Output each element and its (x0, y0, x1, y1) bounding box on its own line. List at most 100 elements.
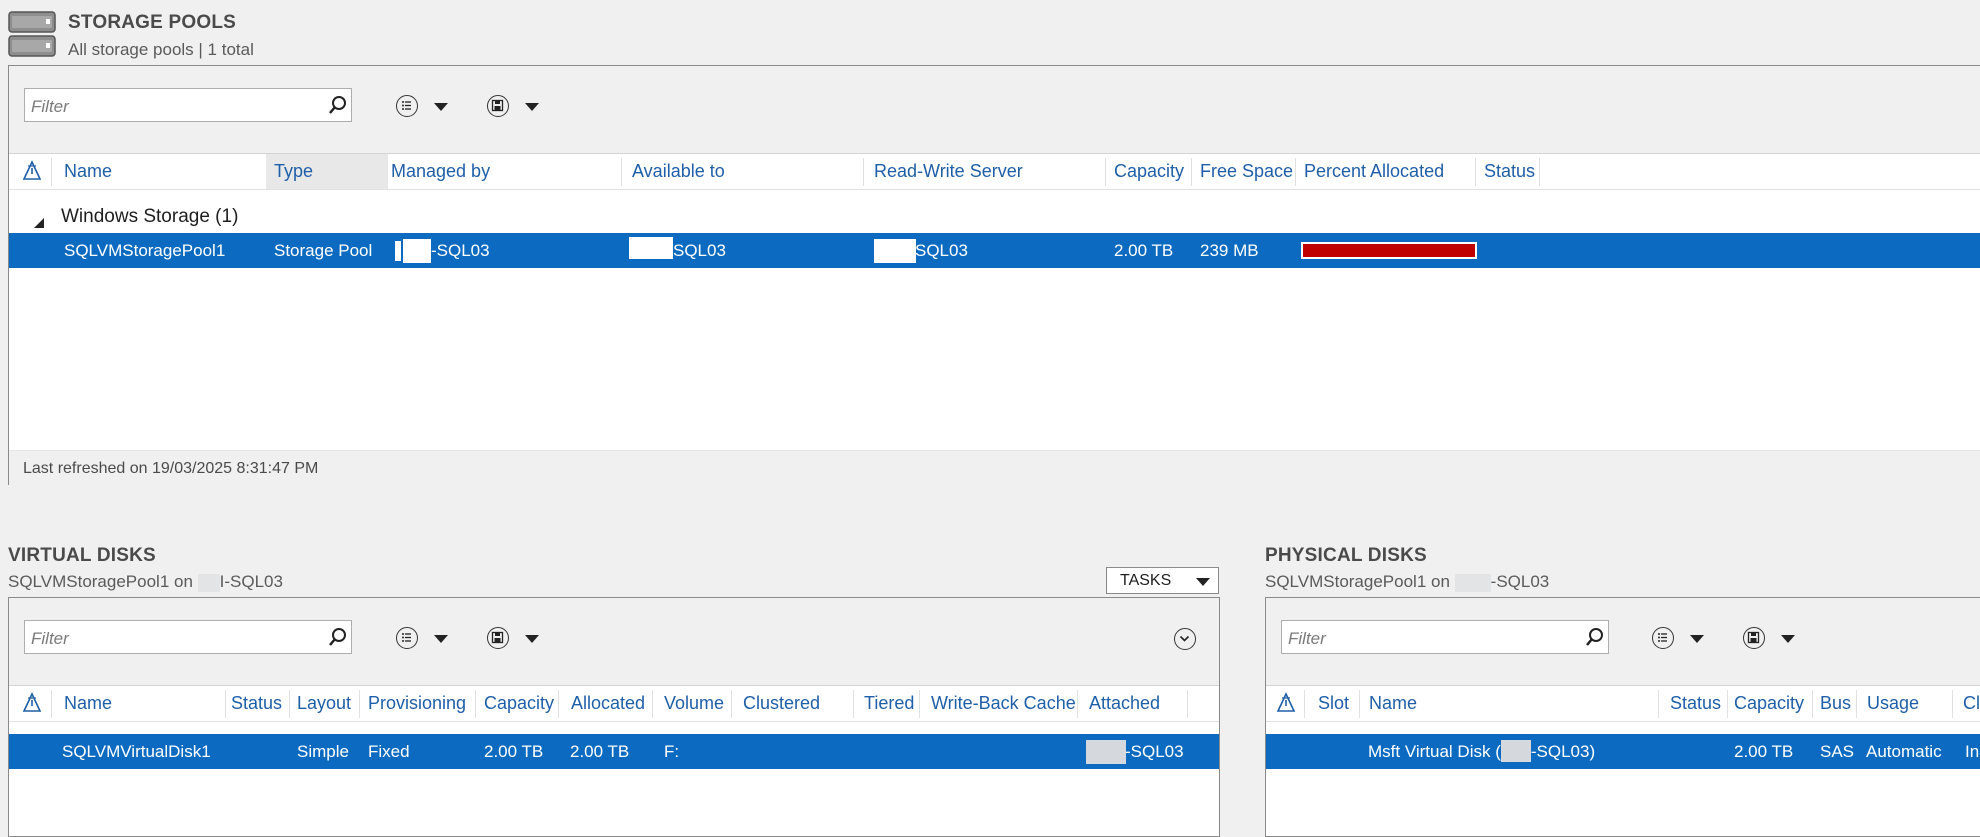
redacted-block (1454, 573, 1491, 592)
group-row-windows-storage[interactable]: Windows Storage (1) (9, 202, 1980, 232)
table-row[interactable]: SQLVMStoragePool1 Storage Pool -SQL03 SQ… (9, 233, 1980, 268)
redacted-block (874, 239, 916, 263)
tasks-button[interactable]: TASKS (1106, 567, 1219, 594)
column-type[interactable]: Type (266, 154, 388, 189)
vdisk-allocated: 2.00 TB (570, 742, 630, 761)
pool-type: Storage Pool (274, 241, 373, 260)
column-allocated[interactable]: Allocated (571, 686, 645, 721)
physical-disks-column-header: Slot Name Status Capacity Bus Usage Cl (1266, 686, 1980, 722)
column-bus[interactable]: Bus (1820, 686, 1851, 721)
collapse-triangle-icon[interactable] (33, 213, 45, 235)
chevron-down-icon (434, 103, 448, 111)
subtitle-suffix: -SQL03 (1490, 572, 1550, 591)
list-view-button[interactable] (396, 624, 460, 656)
list-view-icon (396, 627, 418, 649)
column-usage[interactable]: Usage (1867, 686, 1919, 721)
physical-disks-subtitle: SQLVMStoragePool1 on -SQL03 (1265, 572, 1549, 592)
subtitle-suffix: I-SQL03 (219, 572, 283, 591)
expand-icon[interactable] (1174, 628, 1196, 650)
storage-pools-subtitle: All storage pools | 1 total (68, 40, 254, 59)
redacted-block (1086, 740, 1126, 764)
chevron-down-icon (525, 635, 539, 643)
column-clustered[interactable]: Clustered (743, 686, 820, 721)
virtual-disks-toolbar: Filter (9, 598, 1219, 686)
physical-disks-title: PHYSICAL DISKS (1265, 545, 1427, 566)
save-button[interactable] (487, 624, 551, 656)
percent-allocated-fill (1303, 244, 1475, 257)
pool-name: SQLVMStoragePool1 (64, 241, 226, 260)
storage-pools-toolbar: Filter (9, 66, 1980, 154)
column-tiered[interactable]: Tiered (864, 686, 914, 721)
column-name[interactable]: Name (64, 686, 112, 721)
column-write-back-cache[interactable]: Write-Back Cache (931, 686, 1076, 721)
pdisk-name: Msft Virtual Disk (-SQL03) (1368, 734, 1595, 769)
column-volume[interactable]: Volume (664, 686, 724, 721)
pool-available-to: SQL03 (673, 241, 726, 260)
save-icon (1743, 627, 1765, 649)
virtual-disks-subtitle: SQLVMStoragePool1 on I-SQL03 (8, 572, 283, 592)
pdisk-usage: Automatic (1866, 742, 1942, 761)
pool-managed-by: -SQL03 (431, 241, 490, 260)
last-refreshed-text: Last refreshed on 19/03/2025 8:31:47 PM (23, 460, 319, 477)
search-icon[interactable] (327, 626, 349, 648)
redacted-block (629, 237, 673, 259)
pool-read-write-server: SQL03 (915, 241, 968, 260)
column-status[interactable]: Status (1484, 154, 1544, 189)
column-status[interactable]: Status (231, 686, 282, 721)
storage-pools-filter-input[interactable]: Filter (24, 88, 352, 122)
physical-disks-filter-input[interactable]: Filter (1281, 620, 1609, 654)
search-icon[interactable] (327, 94, 349, 116)
redacted-block (403, 239, 431, 263)
table-row[interactable]: SQLVMVirtualDisk1 Simple Fixed 2.00 TB 2… (9, 734, 1219, 769)
save-button[interactable] (1743, 624, 1807, 656)
column-available-to[interactable]: Available to (632, 154, 867, 189)
warning-sort-icon[interactable] (22, 160, 42, 182)
column-layout[interactable]: Layout (297, 686, 351, 721)
vdisk-volume: F: (664, 742, 680, 761)
chevron-down-icon (1196, 578, 1210, 586)
column-attached[interactable]: Attached (1089, 686, 1160, 721)
vdisk-layout: Simple (297, 742, 349, 761)
chevron-down-icon (1690, 635, 1704, 643)
search-icon[interactable] (1584, 626, 1606, 648)
column-name[interactable]: Name (64, 154, 264, 189)
column-slot[interactable]: Slot (1318, 686, 1349, 721)
column-capacity[interactable]: Capacity (1114, 154, 1194, 189)
pool-free-space: 239 MB (1200, 241, 1259, 260)
table-row[interactable]: Msft Virtual Disk (-SQL03) 2.00 TB SAS A… (1266, 734, 1980, 769)
chevron-down-icon (1781, 635, 1795, 643)
save-button[interactable] (487, 92, 551, 124)
virtual-disks-filter-input[interactable]: Filter (24, 620, 352, 654)
vdisk-provisioning: Fixed (368, 742, 410, 761)
subtitle-prefix: SQLVMStoragePool1 on (8, 572, 193, 591)
column-percent-allocated[interactable]: Percent Allocated (1304, 154, 1474, 189)
server-icon (8, 10, 56, 60)
group-label: Windows Storage (1) (61, 206, 239, 227)
storage-pools-title: STORAGE POOLS (68, 12, 236, 33)
warning-sort-icon[interactable] (1276, 692, 1296, 714)
virtual-disks-panel: Filter Name Status Layout Provisioning C… (8, 597, 1220, 837)
list-view-button[interactable] (396, 92, 460, 124)
subtitle-prefix: SQLVMStoragePool1 on (1265, 572, 1450, 591)
pdisk-name-suffix: -SQL03) (1530, 742, 1596, 761)
list-view-button[interactable] (1652, 624, 1716, 656)
column-provisioning[interactable]: Provisioning (368, 686, 466, 721)
storage-pools-panel: Filter Name Type Managed by Available to (8, 65, 1980, 486)
pdisk-chassis: In (1965, 742, 1980, 761)
column-name[interactable]: Name (1369, 686, 1417, 721)
warning-sort-icon[interactable] (22, 692, 42, 714)
column-managed-by[interactable]: Managed by (391, 154, 626, 189)
column-capacity[interactable]: Capacity (484, 686, 554, 721)
vdisk-name: SQLVMVirtualDisk1 (62, 742, 211, 761)
column-status[interactable]: Status (1670, 686, 1721, 721)
column-read-write-server[interactable]: Read-Write Server (874, 154, 1109, 189)
save-icon (487, 95, 509, 117)
chevron-down-icon (434, 635, 448, 643)
column-capacity[interactable]: Capacity (1734, 686, 1804, 721)
virtual-disks-column-header: Name Status Layout Provisioning Capacity… (9, 686, 1219, 722)
chevron-down-icon (525, 103, 539, 111)
column-free-space[interactable]: Free Space (1200, 154, 1300, 189)
percent-allocated-bar (1301, 242, 1477, 259)
column-chassis[interactable]: Cl (1963, 686, 1980, 721)
vdisk-capacity: 2.00 TB (484, 742, 544, 761)
